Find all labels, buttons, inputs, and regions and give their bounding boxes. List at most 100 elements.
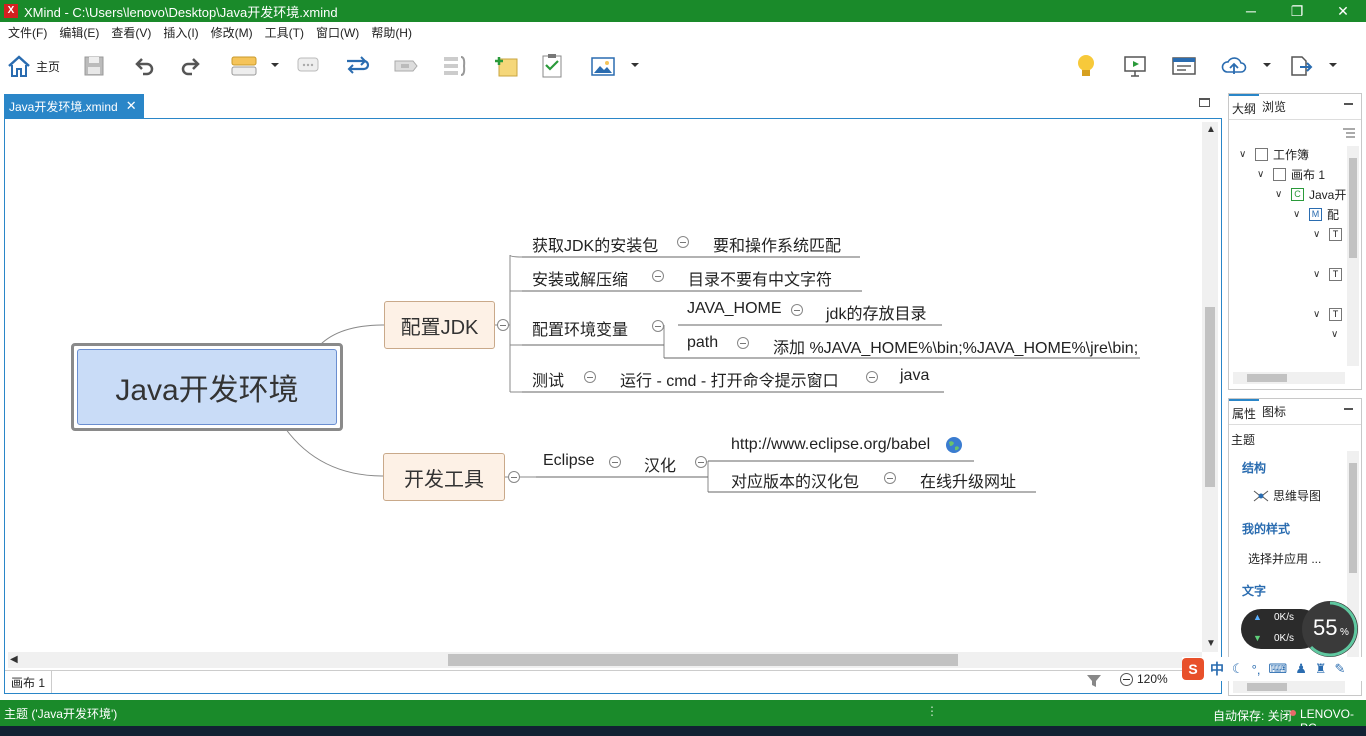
sogou-logo-icon[interactable]: S: [1182, 658, 1204, 680]
collapse-icon[interactable]: [652, 320, 664, 332]
close-button[interactable]: ✕: [1320, 0, 1366, 22]
outline-hscroll[interactable]: [1233, 372, 1345, 384]
chevron-down-icon[interactable]: ∨: [1313, 309, 1323, 320]
undo-button[interactable]: [133, 51, 155, 81]
outline-vscroll[interactable]: [1347, 146, 1359, 366]
minimize-panel-icon[interactable]: [1344, 103, 1353, 105]
chevron-down-icon[interactable]: [1263, 61, 1271, 69]
insert-topic-button[interactable]: [230, 51, 258, 81]
tree-item-sub[interactable]: ∨: [1331, 324, 1347, 344]
scroll-left-icon[interactable]: ◀: [10, 654, 18, 665]
tree-item-sub[interactable]: ∨ T: [1313, 304, 1347, 324]
subtopic-path[interactable]: path: [687, 334, 718, 352]
collapse-icon[interactable]: [497, 319, 509, 331]
chevron-down-icon[interactable]: [1329, 61, 1337, 69]
subtopic-run-cmd[interactable]: 运行 - cmd - 打开命令提示窗口: [620, 367, 839, 391]
keyboard-icon[interactable]: ⌨: [1268, 661, 1287, 677]
style-select[interactable]: 选择并应用 ...: [1248, 550, 1321, 567]
scroll-up-icon[interactable]: ▲: [1206, 124, 1216, 135]
note-button[interactable]: [493, 51, 519, 81]
chevron-down-icon[interactable]: ∨: [1331, 329, 1341, 340]
chevron-down-icon[interactable]: ∨: [1313, 269, 1323, 280]
callout-button[interactable]: [296, 51, 320, 81]
tab-outline[interactable]: 大纲: [1229, 93, 1260, 120]
autosave-status[interactable]: 自动保存: 关闭: [1213, 707, 1292, 724]
properties-hscroll[interactable]: [1233, 681, 1345, 693]
chevron-down-icon[interactable]: ∨: [1275, 189, 1285, 200]
horizontal-scrollbar[interactable]: ◀: [8, 652, 1202, 668]
image-button[interactable]: [590, 51, 616, 81]
wrench-icon[interactable]: ✎: [1335, 661, 1346, 677]
close-tab-icon[interactable]: ✕: [126, 98, 137, 114]
subtopic-env-vars[interactable]: 配置环境变量: [532, 316, 628, 340]
tab-properties[interactable]: 属性: [1229, 398, 1260, 425]
subtopic-get-jdk[interactable]: 获取JDK的安装包: [532, 232, 658, 256]
summary-button[interactable]: [442, 51, 468, 81]
subtopic-install[interactable]: 安装或解压缩: [532, 266, 628, 290]
punctuation-icon[interactable]: °,: [1252, 662, 1261, 677]
menu-edit[interactable]: 编辑(E): [53, 24, 105, 41]
user-icon[interactable]: ♟: [1295, 661, 1307, 677]
minimize-button[interactable]: ─: [1228, 0, 1274, 22]
skin-icon[interactable]: ♜: [1315, 661, 1327, 677]
chevron-down-icon[interactable]: [271, 61, 279, 69]
collapse-icon[interactable]: [652, 270, 664, 282]
tree-item-main[interactable]: ∨ M 配: [1293, 204, 1339, 224]
menu-file[interactable]: 文件(F): [2, 24, 53, 41]
task-button[interactable]: [540, 51, 564, 81]
presentation-button[interactable]: [1122, 51, 1148, 81]
share-button[interactable]: [1220, 51, 1248, 81]
central-topic[interactable]: Java开发环境: [71, 343, 343, 431]
moon-icon[interactable]: ☾: [1232, 661, 1244, 677]
menu-modify[interactable]: 修改(M): [205, 24, 259, 41]
editor-tab[interactable]: Java开发环境.xmind ✕: [4, 94, 144, 118]
sheet-tab[interactable]: 画布 1: [5, 671, 53, 693]
collapse-icon[interactable]: [866, 371, 878, 383]
structure-select[interactable]: 思维导图: [1253, 487, 1321, 504]
view-menu-icon[interactable]: [1343, 128, 1355, 138]
boundary-button[interactable]: [393, 51, 419, 81]
subtopic-path-value[interactable]: 添加 %JAVA_HOME%\bin;%JAVA_HOME%\jre\bin;: [773, 334, 1138, 358]
collapse-icon[interactable]: [584, 371, 596, 383]
chevron-down-icon[interactable]: ∨: [1257, 169, 1267, 180]
properties-vscroll-thumb[interactable]: [1349, 463, 1357, 573]
subtopic-localize[interactable]: 汉化: [644, 452, 676, 476]
collapse-icon[interactable]: [737, 337, 749, 349]
outline-vscroll-thumb[interactable]: [1349, 158, 1357, 258]
save-button[interactable]: [83, 51, 105, 81]
subtopic-no-chinese-dir[interactable]: 目录不要有中文字符: [688, 266, 832, 290]
tree-item-sub[interactable]: ∨ T: [1313, 264, 1347, 284]
menu-view[interactable]: 查看(V): [105, 24, 157, 41]
tab-icons[interactable]: 图标: [1259, 399, 1289, 425]
collapse-icon[interactable]: [677, 236, 689, 248]
network-speed-widget[interactable]: ▲ 0K/s ▼ 0K/s 55 %: [1241, 601, 1359, 657]
tree-item-workbook[interactable]: ∨ 工作簿: [1239, 144, 1309, 164]
vertical-scrollbar[interactable]: ▲ ▼: [1202, 122, 1218, 652]
subtopic-babel-url[interactable]: http://www.eclipse.org/babel: [731, 436, 930, 454]
gantt-view-button[interactable]: [1171, 51, 1197, 81]
minimize-panel-icon[interactable]: [1344, 408, 1353, 410]
horizontal-scroll-thumb[interactable]: [448, 654, 958, 666]
scroll-down-icon[interactable]: ▼: [1206, 638, 1216, 649]
menu-help[interactable]: 帮助(H): [365, 24, 418, 41]
subtopic-jdk-dir[interactable]: jdk的存放目录: [826, 300, 926, 324]
collapse-icon[interactable]: [884, 472, 896, 484]
topic-dev-tools[interactable]: 开发工具: [383, 453, 505, 501]
filter-icon[interactable]: [1086, 673, 1102, 689]
menu-window[interactable]: 窗口(W): [310, 24, 365, 41]
collapse-icon[interactable]: [508, 471, 520, 483]
topic-configure-jdk[interactable]: 配置JDK: [384, 301, 495, 349]
zoom-out-icon[interactable]: [1120, 672, 1133, 686]
menu-tools[interactable]: 工具(T): [259, 24, 310, 41]
export-button[interactable]: [1288, 51, 1314, 81]
subtopic-lang-pack[interactable]: 对应版本的汉化包: [731, 468, 859, 492]
subtopic-update-url[interactable]: 在线升级网址: [920, 468, 1016, 492]
collapse-icon[interactable]: [791, 304, 803, 316]
chevron-down-icon[interactable]: ∨: [1239, 149, 1249, 160]
subtopic-test[interactable]: 测试: [532, 367, 564, 391]
maximize-editor-icon[interactable]: [1199, 98, 1210, 107]
menu-insert[interactable]: 插入(I): [157, 24, 204, 41]
collapse-icon[interactable]: [695, 456, 707, 468]
subtopic-java[interactable]: java: [900, 367, 929, 385]
collapse-icon[interactable]: [609, 456, 621, 468]
